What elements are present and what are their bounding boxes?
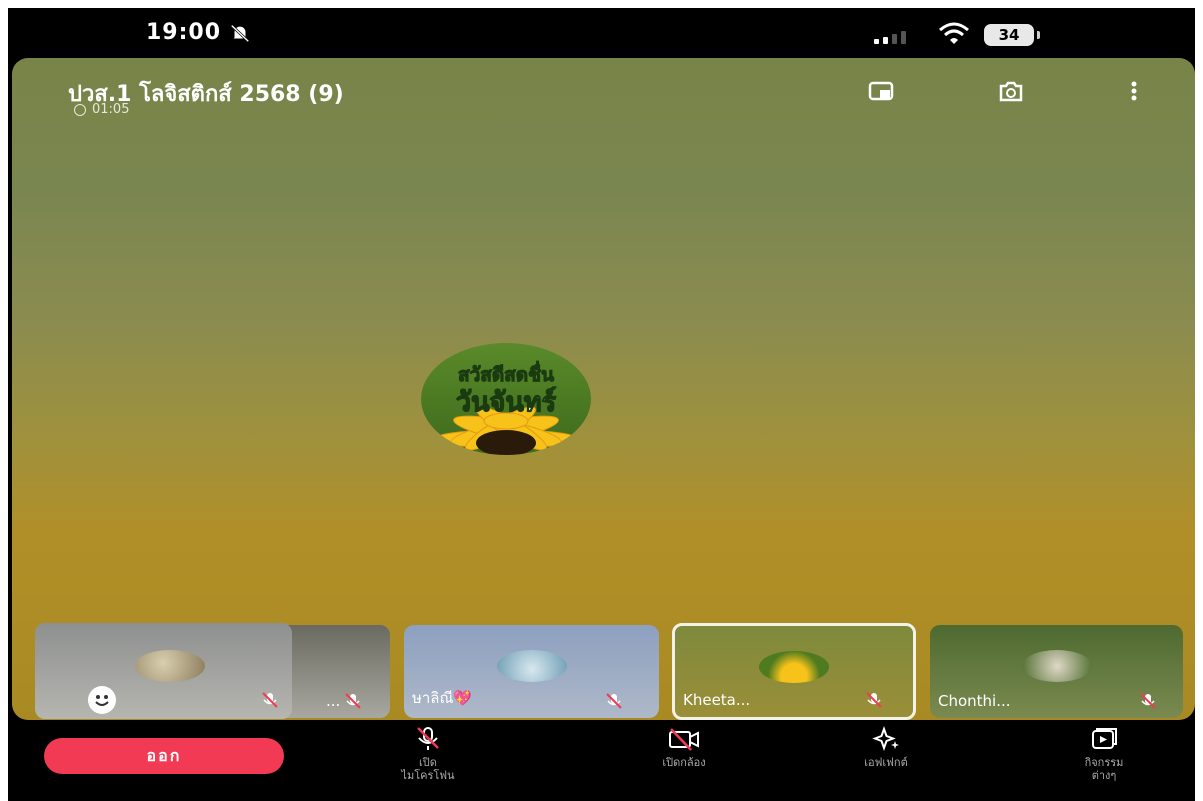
participant-name: Kheeta... <box>683 691 751 709</box>
bell-off-icon <box>230 24 250 42</box>
activities-label-line2: ต่างๆ <box>1091 769 1117 782</box>
self-preview-tile[interactable] <box>35 623 292 719</box>
avatar-greeting-line2: วันจันทร์ <box>456 386 557 418</box>
mic-off-icon <box>866 692 882 708</box>
battery-level: 34 <box>998 26 1020 44</box>
pip-icon[interactable] <box>868 80 894 102</box>
mic-off-icon <box>345 693 361 709</box>
mic-off-icon <box>1140 693 1156 709</box>
status-clock: 19:00 <box>146 20 251 45</box>
mic-off-icon <box>606 693 622 709</box>
mic-label-line2: ไมโครโฟน <box>401 769 455 782</box>
main-participant-avatar: สวัสดีสดชื่น วันจันทร์ <box>421 343 591 455</box>
phone-screen: 19:00 34 ปวส.1 โลจิสติกส์ 2568 (9) 01:05 <box>8 8 1195 801</box>
camera-flip-icon[interactable] <box>998 80 1024 102</box>
participant-tile-active[interactable]: Kheeta... <box>672 623 916 720</box>
call-stage: ปวส.1 โลจิสติกส์ 2568 (9) 01:05 สวัสดีสด… <box>12 58 1195 720</box>
camera-toggle-button[interactable]: เปิดกล้อง <box>644 726 724 769</box>
participant-name: ... <box>326 692 341 710</box>
wifi-icon <box>939 22 969 44</box>
camera-label: เปิดกล้อง <box>662 756 706 769</box>
leave-button[interactable]: ออก <box>44 738 284 774</box>
mic-off-icon <box>262 692 278 708</box>
call-controls: ออก เปิด ไมโครโฟน เปิดกล้อง เอฟเฟกต์ กิจ… <box>8 720 1195 801</box>
participant-avatar <box>759 651 829 683</box>
activities-label-line1: กิจกรรม <box>1084 756 1124 769</box>
call-timer-value: 01:05 <box>92 102 130 117</box>
mic-off-icon <box>417 727 439 750</box>
mic-toggle-button[interactable]: เปิด ไมโครโฟน <box>388 726 468 782</box>
call-timer: 01:05 <box>74 102 129 117</box>
avatar-greeting-line1: สวัสดีสดชื่น <box>458 361 554 386</box>
participant-name: Chonthi... <box>938 692 1011 710</box>
effects-label: เอฟเฟกต์ <box>864 756 908 769</box>
self-avatar <box>135 650 205 682</box>
participant-avatar <box>496 650 567 682</box>
activities-button[interactable]: กิจกรรม ต่างๆ <box>1064 726 1144 782</box>
participant-tile[interactable]: Chonthi... <box>930 625 1183 718</box>
camera-off-icon <box>669 728 699 751</box>
status-time: 19:00 <box>146 20 222 45</box>
effects-icon <box>872 726 899 751</box>
emoji-icon[interactable] <box>88 686 116 714</box>
participant-avatar <box>1021 650 1092 682</box>
mic-label-line1: เปิด <box>419 756 437 769</box>
status-bar: 19:00 34 <box>8 8 1195 58</box>
participant-tile[interactable]: ษาลิณี💖 <box>404 625 659 718</box>
participant-name: ษาลิณี💖 <box>412 689 473 707</box>
clock-icon <box>74 103 86 116</box>
battery-icon: 34 <box>984 24 1040 46</box>
more-icon[interactable] <box>1130 80 1138 102</box>
sunflower-avatar-image: สวัสดีสดชื่น วันจันทร์ <box>421 343 591 455</box>
signal-icon <box>874 30 906 44</box>
effects-button[interactable]: เอฟเฟกต์ <box>844 726 928 769</box>
activities-icon <box>1092 728 1117 749</box>
